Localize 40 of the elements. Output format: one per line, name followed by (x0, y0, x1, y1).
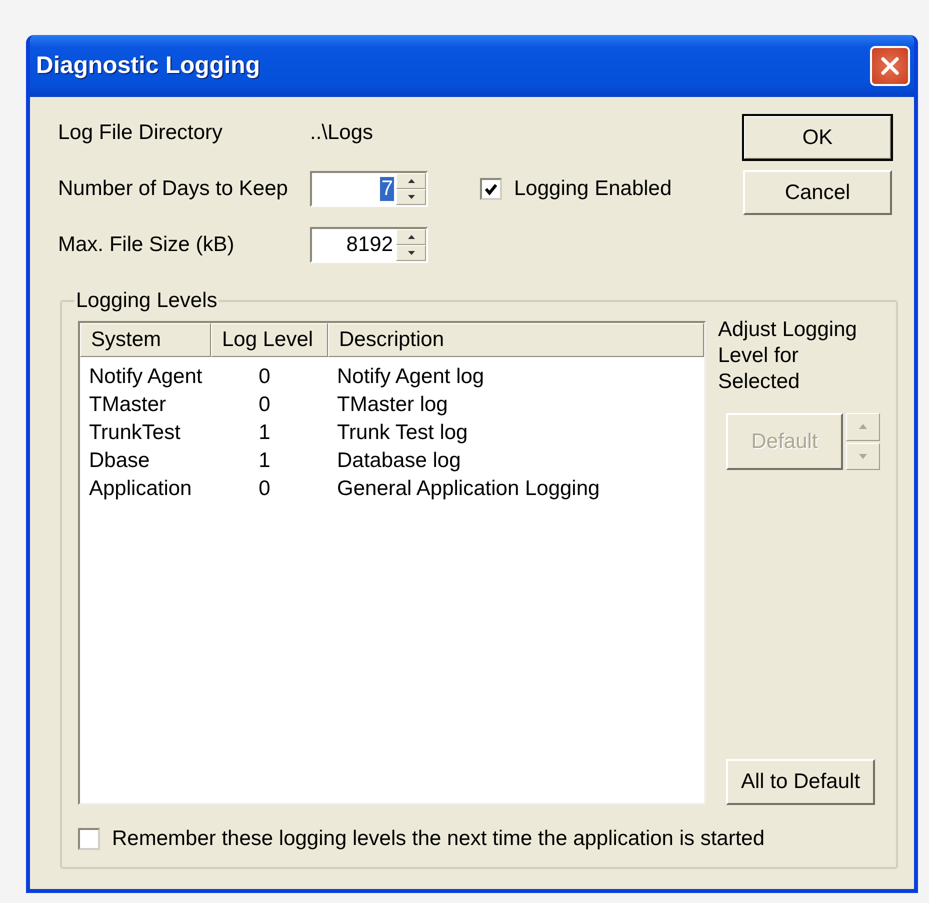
table-cell[interactable]: TMaster (80, 393, 211, 417)
column-header[interactable]: System (80, 323, 211, 357)
column-header[interactable]: Log Level (211, 323, 328, 357)
close-icon (879, 55, 901, 77)
table-cell-text: 0 (258, 477, 272, 501)
table-cell-text: Database log (336, 449, 462, 473)
dialog-button[interactable]: OK (743, 115, 892, 160)
table-cell[interactable]: TrunkTest (80, 421, 211, 445)
close-button[interactable] (870, 46, 910, 86)
table-cell-text: Notify Agent log (336, 365, 486, 389)
all-to-default-button[interactable]: All to Default (726, 759, 875, 805)
checkmark-icon (484, 182, 498, 196)
directory-path: ..\Logs (310, 121, 374, 145)
checkbox-label: Logging Enabled (514, 177, 672, 201)
window-title: Diagnostic Logging (36, 52, 260, 80)
table-cell-text: 0 (258, 365, 272, 389)
table-cell-text: General Application Logging (336, 477, 601, 501)
checkbox-label: Remember these logging levels the next time the application is started (112, 827, 765, 851)
list-view[interactable]: System Log Level Description Notify Agent 0 Notify Agent log TMaster 0 TMaster log TrunkTest 1 Trunk Test log Dbase 1 Database log Application 0 General Application Logging (78, 321, 706, 805)
dialog-button[interactable]: Cancel (743, 170, 892, 215)
column-header[interactable]: Description (328, 323, 704, 357)
field-label: Max. File Size (kB) (58, 233, 236, 257)
level-up-button[interactable] (846, 413, 880, 440)
table-cell[interactable]: Notify Agent (80, 365, 211, 389)
table-cell-text: 1 (258, 449, 272, 473)
table-cell-text: Trunk Test log (336, 421, 469, 445)
adjust-label: Adjust Logging Level for Selected (718, 317, 858, 395)
table-cell[interactable]: Application (80, 477, 211, 501)
field-label: Number of Days to Keep (58, 177, 289, 201)
level-down-button[interactable] (846, 442, 880, 470)
down-arrow-icon (859, 454, 867, 459)
table-cell-text: 1 (258, 421, 272, 445)
checkbox[interactable] (480, 178, 502, 200)
table-cell-text: 0 (258, 393, 272, 417)
table-cell-text: TMaster log (336, 393, 449, 417)
field-label: Log File Directory (58, 121, 224, 145)
up-arrow-icon (859, 424, 867, 430)
table-cell[interactable]: Dbase (80, 449, 211, 473)
group-title: Logging Levels (75, 289, 218, 313)
checkbox[interactable] (78, 828, 100, 850)
